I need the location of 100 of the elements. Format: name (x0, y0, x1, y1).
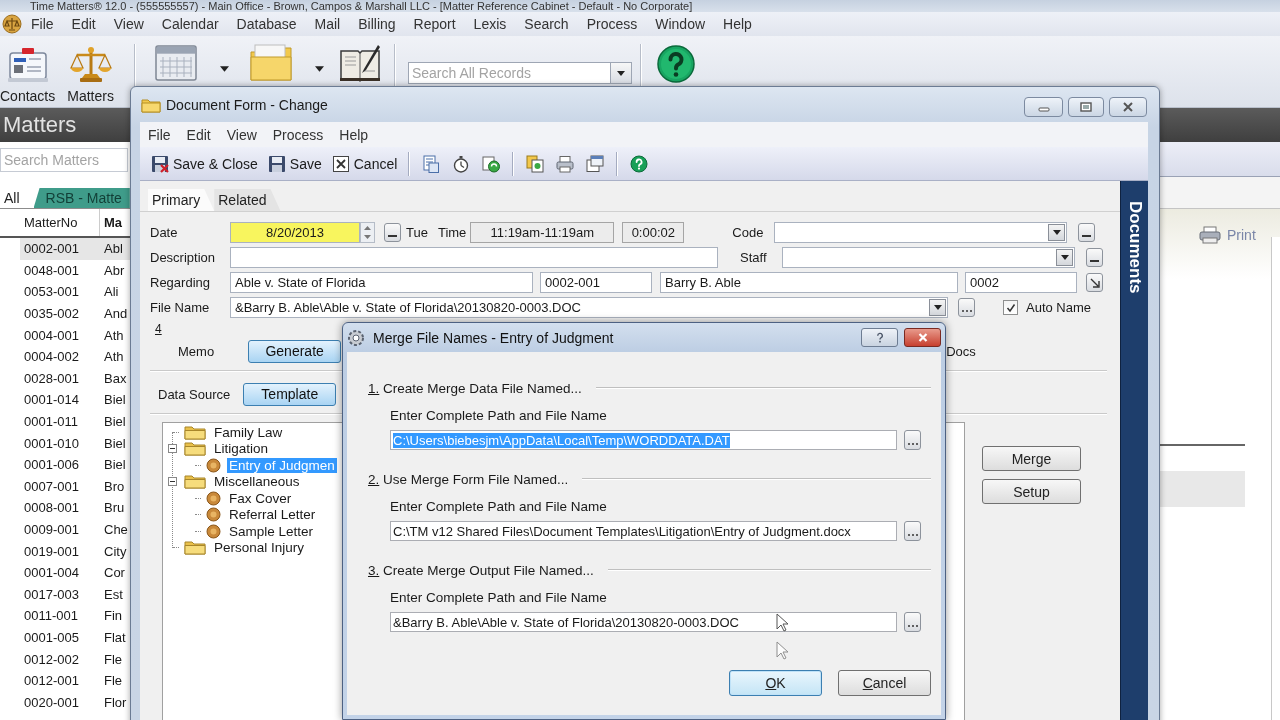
notes-icon[interactable] (422, 154, 441, 173)
cancel-button[interactable]: Cancel (330, 154, 399, 173)
dropdown-button[interactable] (609, 62, 632, 84)
caret-icon[interactable] (314, 66, 324, 72)
menu-item[interactable]: Help (331, 126, 377, 143)
close-button[interactable] (904, 328, 941, 347)
menu-item[interactable]: Mail (305, 14, 350, 34)
search-field[interactable]: Search All Records (407, 62, 610, 84)
tab[interactable]: RSB - Matte (33, 188, 130, 208)
menu-item[interactable]: Edit (62, 14, 105, 34)
table-row[interactable]: 0019-001 City (0, 540, 130, 562)
tree-item[interactable]: Family Law (212, 424, 285, 440)
copy-icon[interactable] (526, 154, 545, 173)
menu-item[interactable]: Search (515, 14, 578, 34)
time-field[interactable]: 11:19am-11:19am (470, 222, 615, 243)
tree-item[interactable]: Referral Letter (227, 507, 318, 523)
menu-item[interactable]: File (22, 14, 63, 34)
auto-name-checkbox[interactable] (1003, 300, 1018, 315)
menu-item[interactable]: View (218, 126, 265, 143)
text-field[interactable]: Able v. State of Florida (230, 272, 533, 293)
side-tab[interactable]: Documents (1120, 181, 1148, 720)
browse-button[interactable] (904, 612, 921, 632)
minimize-button[interactable] (1024, 97, 1063, 117)
date-field[interactable]: 8/20/2013 (230, 222, 360, 243)
column-header[interactable]: MatterNo (24, 215, 78, 230)
save-button[interactable]: Save (266, 154, 323, 173)
link-button[interactable] (1086, 273, 1103, 292)
table-row[interactable]: 0001-005 Flat (0, 626, 130, 649)
path-field[interactable]: &Barry B. Able\Able v. State of Florida\20130820-0003.DOC (390, 612, 897, 632)
dropdown-button[interactable] (929, 299, 946, 316)
table-row[interactable]: 0028-001 Bax (0, 367, 130, 390)
minus-box-icon[interactable] (168, 477, 177, 487)
menu-item[interactable]: View (104, 14, 153, 34)
help-icon[interactable] (655, 44, 696, 84)
setup-button[interactable]: Setup (982, 479, 1081, 504)
search-field[interactable]: Search Matters (0, 148, 128, 172)
table-row[interactable]: 0001-010 Biel (0, 432, 130, 454)
browse-button[interactable] (904, 430, 921, 450)
duration-field[interactable]: 0:00:02 (622, 222, 685, 243)
path-field[interactable]: C:\TM v12 Shared Files\Document Templates\Litigation\Entry of Judgment.docx (390, 521, 897, 541)
tab[interactable]: Primary (148, 189, 215, 211)
menu-item[interactable]: Window (646, 14, 715, 34)
menu-item[interactable]: Process (577, 14, 647, 34)
menu-item[interactable]: Database (227, 14, 306, 34)
table-row[interactable]: 0017-003 Est (0, 583, 130, 606)
table-row[interactable]: 0008-001 Bru (0, 497, 130, 519)
table-row[interactable]: 0007-001 Bro (0, 475, 130, 498)
minus-box-icon[interactable] (168, 444, 177, 454)
caret-icon[interactable] (219, 66, 229, 72)
sync-icon[interactable] (482, 154, 501, 173)
merge-button[interactable]: Merge (982, 446, 1081, 471)
table-row[interactable]: 0001-014 Biel (0, 389, 130, 411)
menu-item[interactable]: Edit (178, 126, 219, 143)
table-row[interactable]: 0004-001 Ath (0, 324, 130, 346)
menu-item[interactable]: Calendar (152, 14, 228, 34)
scales-icon[interactable] (2, 14, 22, 34)
menu-item[interactable]: Process (264, 126, 332, 143)
browse-button[interactable] (958, 298, 975, 317)
browse-button[interactable] (1086, 248, 1103, 267)
template-button[interactable]: Template (243, 382, 337, 406)
close-button[interactable] (1109, 97, 1147, 117)
table-row[interactable]: 0001-011 Biel (0, 410, 130, 433)
cancel-button[interactable]: Cancel (838, 670, 931, 696)
stopwatch-icon[interactable] (452, 154, 471, 173)
table-row[interactable]: 0053-001 Ali (0, 281, 130, 303)
help-icon[interactable] (630, 154, 649, 173)
help-button[interactable] (861, 328, 898, 347)
tab[interactable]: Related (214, 189, 281, 211)
table-row[interactable]: 0004-002 Ath (0, 345, 130, 368)
notebook-pen-icon[interactable] (337, 43, 382, 83)
menu-item[interactable]: Billing (349, 14, 405, 34)
description-field[interactable] (230, 247, 718, 268)
table-row[interactable]: 0012-002 Fle (0, 648, 130, 670)
matters-button[interactable]: Matters (67, 44, 114, 104)
printer-icon[interactable] (1199, 226, 1221, 244)
table-row[interactable]: 0001-006 Biel (0, 453, 130, 476)
browse-button[interactable] (384, 223, 401, 242)
menu-item[interactable]: Help (714, 14, 761, 34)
file-name-combo[interactable]: &Barry B. Able\Able v. State of Florida\20130820-0003.DOC (230, 297, 948, 318)
up-down-arrows-icon[interactable] (360, 222, 375, 243)
table-row[interactable]: 0009-001 Che (0, 518, 130, 541)
text-field[interactable]: Barry B. Able (660, 272, 958, 293)
generate-button[interactable]: Generate (248, 339, 342, 363)
tree-item[interactable]: Personal Injury (212, 540, 307, 556)
ok-button[interactable]: OK (729, 670, 822, 696)
table-row[interactable]: 0020-001 Flor (0, 691, 130, 714)
window-stack-icon[interactable] (586, 154, 605, 173)
maximize-button[interactable] (1068, 97, 1104, 117)
save-close-button[interactable]: Save & Close (150, 154, 259, 173)
column-header[interactable]: Ma (104, 215, 123, 230)
menu-item[interactable]: Lexis (464, 14, 516, 34)
table-row[interactable]: 0035-002 And (0, 302, 130, 325)
tree-item[interactable]: Litigation (212, 441, 271, 457)
dropdown-button[interactable] (1048, 224, 1066, 241)
text-field[interactable]: 0002 (965, 272, 1077, 293)
browse-button[interactable] (1078, 223, 1096, 242)
tree-item[interactable]: Miscellaneous (212, 474, 302, 490)
printer-icon[interactable] (556, 154, 575, 173)
dropdown-button[interactable] (1056, 249, 1073, 266)
browse-button[interactable] (904, 521, 921, 541)
